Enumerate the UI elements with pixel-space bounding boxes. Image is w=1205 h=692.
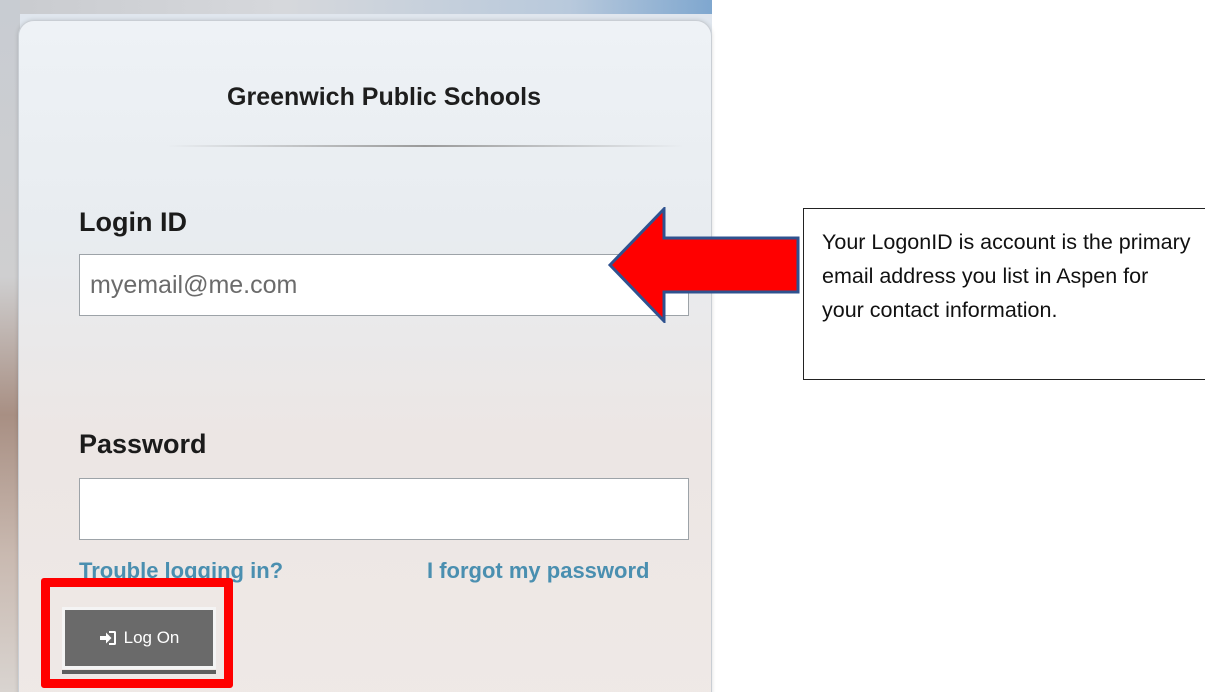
title-divider [165, 145, 685, 147]
forgot-password-link[interactable]: I forgot my password [427, 558, 649, 584]
left-arrow-annotation [607, 207, 800, 323]
login-id-input[interactable] [79, 254, 689, 316]
callout-box: Your LogonID is account is the primary e… [803, 208, 1205, 380]
screenshot-stage: Greenwich Public Schools Login ID Passwo… [0, 0, 1205, 692]
password-label: Password [79, 429, 207, 459]
background-top-band [0, 0, 712, 14]
background-left-edge [0, 0, 20, 692]
login-id-label: Login ID [79, 207, 187, 237]
card-title: Greenwich Public Schools [227, 83, 541, 111]
password-input[interactable] [79, 478, 689, 540]
log-on-highlight-box [41, 578, 233, 688]
